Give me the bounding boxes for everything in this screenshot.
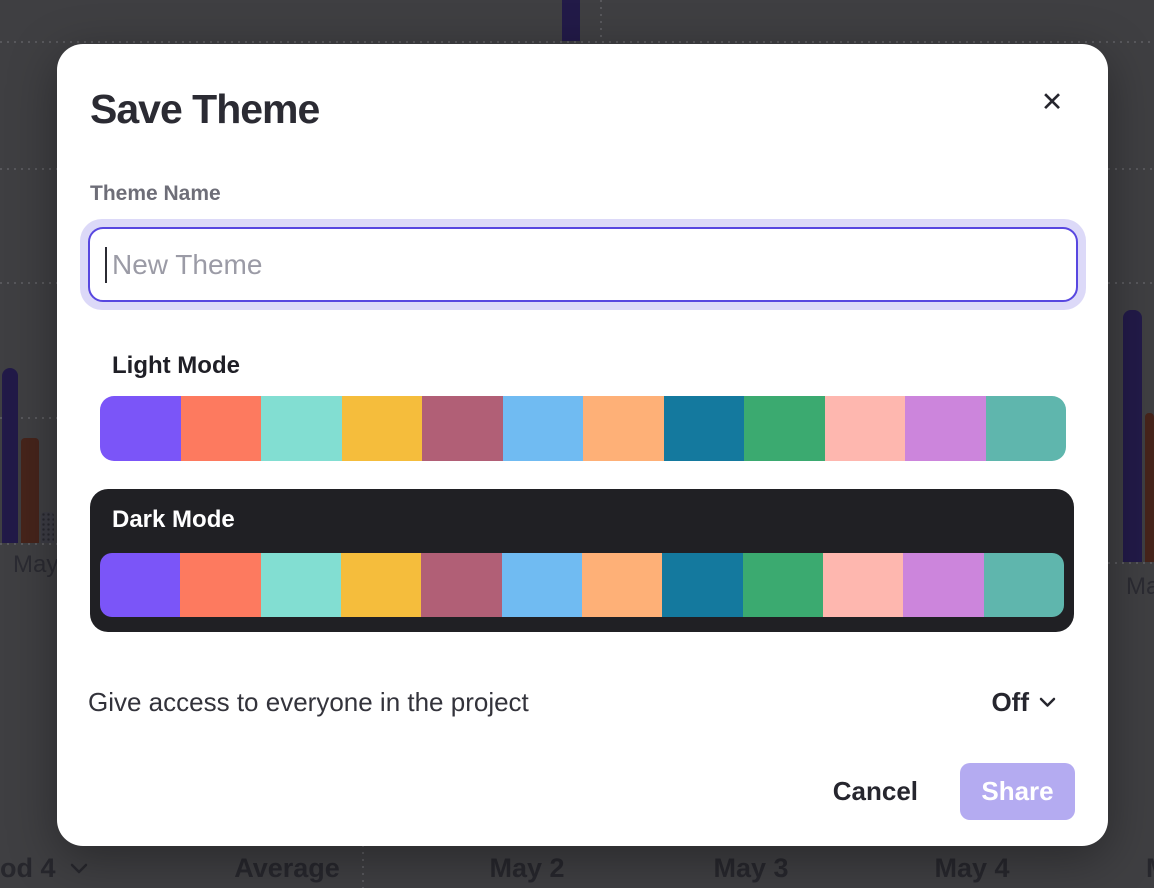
palette-swatch	[503, 396, 584, 461]
access-row: Give access to everyone in the project O…	[88, 682, 1056, 722]
access-label: Give access to everyone in the project	[88, 687, 529, 718]
chevron-down-icon	[1039, 697, 1056, 708]
gridline	[362, 845, 364, 888]
palette-swatch	[823, 553, 903, 617]
x-axis-label: May 4	[934, 853, 1009, 884]
palette-swatch	[984, 553, 1064, 617]
dialog-actions: Cancel Share	[833, 763, 1075, 820]
palette-swatch	[100, 396, 181, 461]
chart-bar-projected	[41, 512, 54, 543]
theme-name-input-wrapper	[80, 219, 1086, 310]
gridline	[1108, 168, 1154, 170]
palette-swatch	[664, 396, 745, 461]
palette-swatch	[583, 396, 664, 461]
access-dropdown[interactable]: Off	[991, 687, 1056, 718]
palette-swatch	[342, 396, 423, 461]
palette-swatch	[825, 396, 906, 461]
text-caret	[105, 247, 107, 283]
palette-swatch	[662, 553, 742, 617]
dark-mode-label: Dark Mode	[112, 506, 235, 534]
x-tick-label: Ma	[1126, 573, 1154, 601]
dialog-title: Save Theme	[90, 86, 319, 133]
chevron-down-icon	[70, 863, 88, 874]
palette-swatch	[261, 396, 342, 461]
palette-swatch	[180, 553, 260, 617]
axis-baseline	[0, 543, 57, 545]
palette-swatch	[502, 553, 582, 617]
gridline	[1108, 282, 1154, 284]
x-axis-label: Average	[234, 853, 340, 884]
period-selector[interactable]: od 4	[0, 853, 88, 884]
x-axis-label: May 3	[713, 853, 788, 884]
period-label: od 4	[0, 853, 56, 884]
palette-swatch	[743, 553, 823, 617]
gridline	[0, 41, 1154, 43]
light-palette[interactable]	[100, 396, 1066, 461]
axis-baseline	[1108, 562, 1154, 564]
x-tick-label: May	[13, 551, 58, 579]
palette-swatch	[181, 396, 262, 461]
gridline	[0, 168, 57, 170]
palette-swatch	[261, 553, 341, 617]
dark-palette	[100, 553, 1064, 617]
gridline	[600, 0, 602, 41]
palette-swatch	[100, 553, 180, 617]
share-button[interactable]: Share	[960, 763, 1075, 820]
palette-swatch	[744, 396, 825, 461]
chart-bar	[1145, 413, 1154, 562]
palette-swatch	[421, 553, 501, 617]
close-icon[interactable]: ✕	[1036, 86, 1068, 118]
palette-swatch	[986, 396, 1067, 461]
palette-swatch	[905, 396, 986, 461]
dark-mode-card[interactable]: Dark Mode	[90, 489, 1074, 632]
cancel-button[interactable]: Cancel	[833, 776, 918, 807]
theme-name-label: Theme Name	[90, 182, 221, 206]
theme-name-input[interactable]	[88, 227, 1078, 302]
chart-bar	[562, 0, 580, 41]
chart-bar	[21, 438, 39, 543]
gridline	[0, 282, 57, 284]
x-axis-label: May 2	[489, 853, 564, 884]
palette-swatch	[341, 553, 421, 617]
palette-swatch	[903, 553, 983, 617]
palette-swatch	[422, 396, 503, 461]
chart-bar	[2, 368, 18, 543]
chart-bar	[1123, 310, 1142, 562]
light-mode-label: Light Mode	[112, 352, 240, 380]
save-theme-dialog: Save Theme ✕ Theme Name Light Mode Dark …	[57, 44, 1108, 846]
access-value: Off	[991, 687, 1029, 718]
x-axis-label: M	[1146, 853, 1154, 884]
palette-swatch	[582, 553, 662, 617]
